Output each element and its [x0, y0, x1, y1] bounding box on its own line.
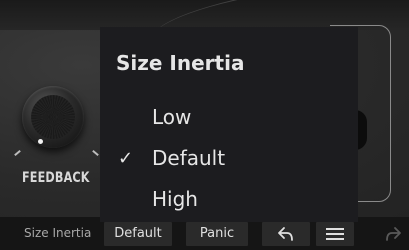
undo-button[interactable] [262, 222, 310, 246]
menu-item-low[interactable]: Low [100, 99, 358, 137]
menu-title: Size Inertia [116, 51, 245, 75]
feedback-knob-wrap[interactable] [10, 78, 100, 168]
menu-item-label: Low [152, 105, 192, 129]
menu-item-label: High [152, 187, 198, 211]
param-name-label: Size Inertia [24, 226, 92, 240]
menu-button[interactable] [316, 222, 354, 246]
value-button[interactable]: Default [104, 222, 172, 246]
menu-item-high[interactable]: High [100, 181, 358, 219]
feedback-knob[interactable] [22, 86, 84, 148]
size-inertia-menu: Size Inertia Low ✓ Default High [100, 27, 358, 222]
feedback-label: FEEDBACK [22, 170, 90, 186]
menu-item-label: Default [152, 146, 226, 170]
panic-button[interactable]: Panic [186, 222, 248, 246]
knob-tick-max [92, 149, 99, 157]
undo-icon [278, 227, 293, 241]
redo-icon[interactable] [384, 226, 402, 242]
menu-icon [326, 228, 344, 240]
menu-item-default[interactable]: ✓ Default [100, 140, 358, 178]
knob-indicator-dot [38, 139, 43, 144]
knob-tick-min [14, 149, 21, 157]
checkmark-icon: ✓ [118, 148, 134, 169]
